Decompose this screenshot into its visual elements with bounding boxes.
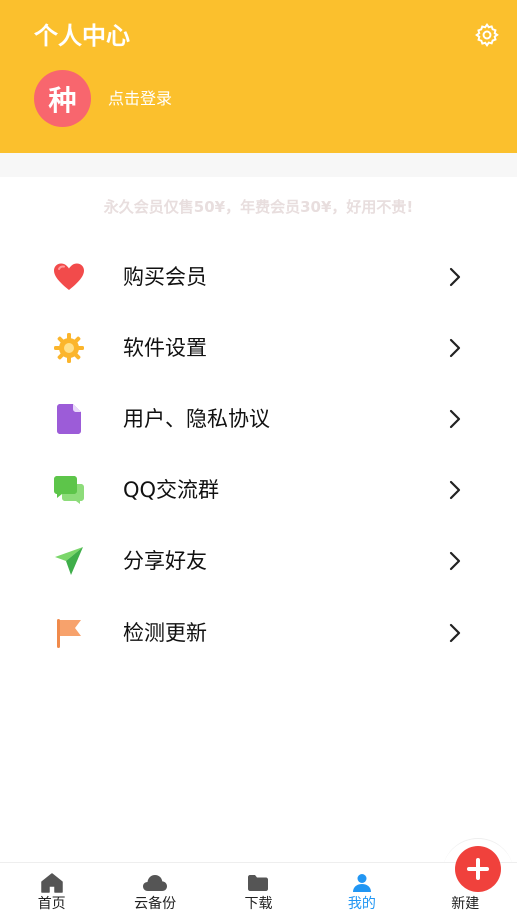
menu-item-qq-group[interactable]: QQ交流群 <box>0 455 517 526</box>
menu-item-label: 软件设置 <box>123 335 207 360</box>
login-link[interactable]: 点击登录 <box>108 88 172 110</box>
cloud-icon <box>142 872 168 894</box>
home-icon <box>39 872 65 894</box>
tab-cloud-backup[interactable]: 云备份 <box>103 863 206 912</box>
chevron-right-icon <box>444 479 466 501</box>
document-icon <box>52 402 86 436</box>
tab-mine[interactable]: 我的 <box>310 863 413 912</box>
flag-icon <box>52 616 86 650</box>
tab-download[interactable]: 下载 <box>207 863 310 912</box>
heart-icon <box>52 260 86 294</box>
tab-label: 新建 <box>451 896 480 912</box>
page-title: 个人中心 <box>34 22 130 50</box>
tab-home[interactable]: 首页 <box>0 863 103 912</box>
chevron-right-icon <box>444 622 466 644</box>
tab-label: 首页 <box>37 896 66 912</box>
menu-item-software-settings[interactable]: 软件设置 <box>0 312 517 383</box>
chevron-right-icon <box>444 337 466 359</box>
folder-icon <box>245 872 271 894</box>
menu-item-privacy-agreement[interactable]: 用户、隐私协议 <box>0 383 517 454</box>
new-button[interactable] <box>455 846 501 892</box>
menu-item-label: 购买会员 <box>123 264 207 289</box>
menu-item-check-update[interactable]: 检测更新 <box>0 597 517 668</box>
profile-header: 个人中心 种 点击登录 <box>0 0 517 153</box>
plus-icon <box>467 858 489 880</box>
menu-item-label: QQ交流群 <box>123 478 220 503</box>
chevron-right-icon <box>444 408 466 430</box>
tab-label: 云备份 <box>134 896 177 912</box>
menu-item-buy-membership[interactable]: 购买会员 <box>0 241 517 312</box>
paper-plane-icon <box>52 544 86 578</box>
bottom-tab-bar: 首页 云备份 下载 我的 新建 <box>0 862 517 912</box>
settings-button[interactable] <box>471 19 503 51</box>
menu-item-share-friends[interactable]: 分享好友 <box>0 526 517 597</box>
chevron-right-icon <box>444 266 466 288</box>
menu-list: 购买会员 软件设置 用户、隐私协议 QQ交流群 分享好友 检测更新 <box>0 241 517 668</box>
person-icon <box>349 872 375 894</box>
menu-item-label: 分享好友 <box>123 549 207 574</box>
promo-banner-text: 永久会员仅售50¥，年费会员30¥，好用不贵! <box>103 198 414 216</box>
chevron-right-icon <box>444 550 466 572</box>
tab-label: 我的 <box>347 896 376 912</box>
tab-label: 下载 <box>244 896 273 912</box>
avatar[interactable]: 种 <box>34 70 91 127</box>
gear-icon <box>52 331 86 365</box>
chat-icon <box>52 473 86 507</box>
menu-item-label: 检测更新 <box>123 620 207 645</box>
menu-item-label: 用户、隐私协议 <box>123 406 270 431</box>
gear-icon <box>475 23 499 48</box>
section-divider <box>0 153 517 177</box>
